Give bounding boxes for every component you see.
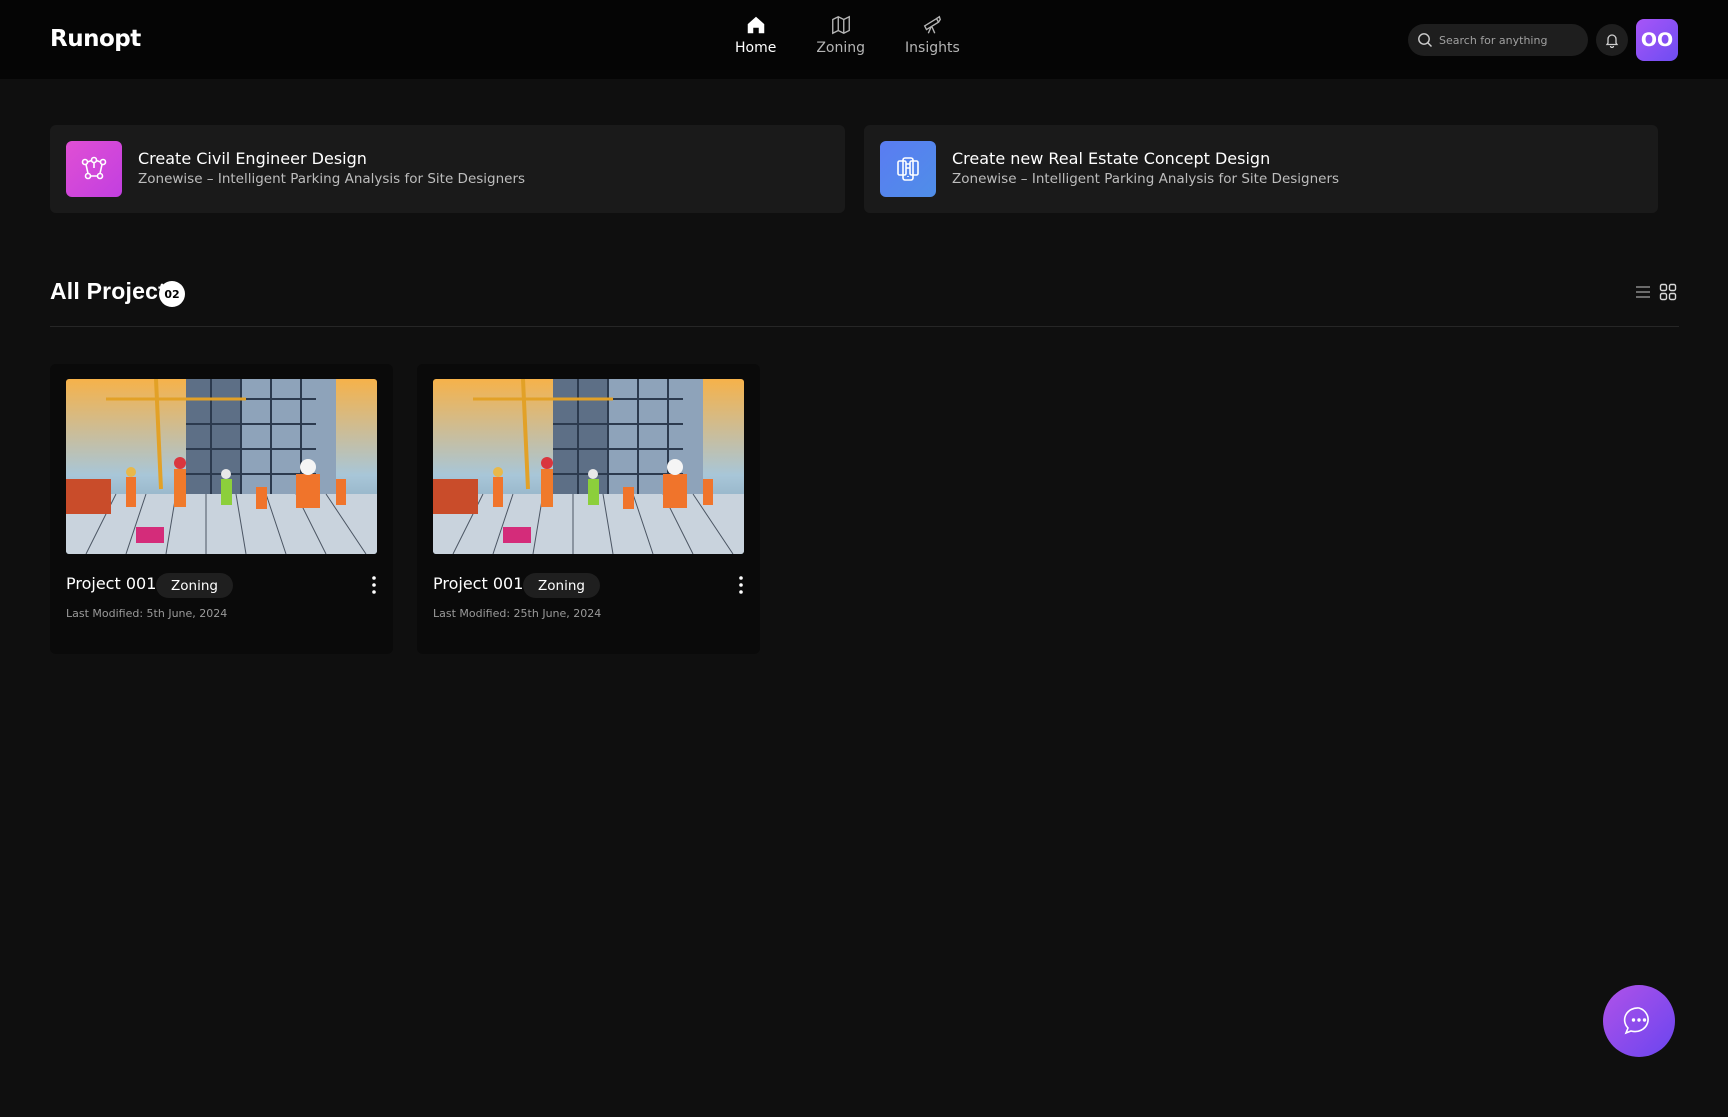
app-logo[interactable]: Runopt: [50, 26, 141, 52]
project-thumbnail[interactable]: [433, 379, 744, 554]
user-avatar[interactable]: OO: [1636, 19, 1678, 61]
grid-view-icon[interactable]: [1658, 282, 1678, 302]
building-devices-icon: [880, 141, 936, 197]
search-input[interactable]: [1439, 33, 1579, 47]
action-card-title: Create Civil Engineer Design: [138, 149, 367, 168]
project-last-modified: Last Modified: 5th June, 2024: [66, 607, 228, 620]
nav-label-zoning: Zoning: [816, 40, 866, 56]
action-card-subtitle: Zonewise – Intelligent Parking Analysis …: [952, 171, 1340, 187]
search-icon: [1418, 33, 1432, 47]
project-tag: Zoning: [523, 573, 600, 598]
project-name[interactable]: Project 001: [433, 574, 523, 593]
project-thumbnail[interactable]: [66, 379, 377, 554]
project-tag: Zoning: [156, 573, 233, 598]
network-nodes-icon: [66, 141, 122, 197]
list-view-icon[interactable]: [1633, 282, 1653, 302]
section-divider: [50, 326, 1679, 327]
project-card[interactable]: Project 001 Zoning Last Modified: 5th Ju…: [50, 364, 393, 654]
chat-button[interactable]: [1603, 985, 1675, 1057]
more-options-icon[interactable]: [735, 574, 747, 596]
telescope-icon: [924, 15, 942, 34]
chat-bubble-icon: [1623, 1007, 1649, 1035]
action-card-title: Create new Real Estate Concept Design: [952, 149, 1271, 168]
project-count-badge: 02: [159, 281, 185, 307]
nav-item-home[interactable]: Home: [735, 14, 776, 56]
nav-label-home: Home: [735, 40, 777, 56]
create-civil-design-card[interactable]: Create Civil Engineer Design Zonewise – …: [50, 125, 845, 213]
project-card[interactable]: Project 001 Zoning Last Modified: 25th J…: [417, 364, 760, 654]
project-last-modified: Last Modified: 25th June, 2024: [433, 607, 602, 620]
more-options-icon[interactable]: [368, 574, 380, 596]
create-real-estate-design-card[interactable]: Create new Real Estate Concept Design Zo…: [864, 125, 1658, 213]
project-name[interactable]: Project 001: [66, 574, 156, 593]
nav-item-insights[interactable]: Insights: [905, 14, 960, 56]
nav-item-zoning[interactable]: Zoning: [816, 14, 865, 56]
action-card-subtitle: Zonewise – Intelligent Parking Analysis …: [138, 171, 526, 187]
top-navigation-bar: Runopt Home Zoning Insights Search for a…: [0, 0, 1728, 79]
notifications-button[interactable]: [1596, 24, 1628, 56]
nav-label-insights: Insights: [905, 40, 960, 56]
section-title: All Project: [50, 278, 166, 304]
bell-icon: [1605, 34, 1619, 48]
home-icon: [747, 16, 764, 34]
main-nav: Home Zoning Insights: [735, 14, 1000, 56]
search-box[interactable]: [1408, 24, 1588, 56]
map-icon: [831, 15, 850, 35]
